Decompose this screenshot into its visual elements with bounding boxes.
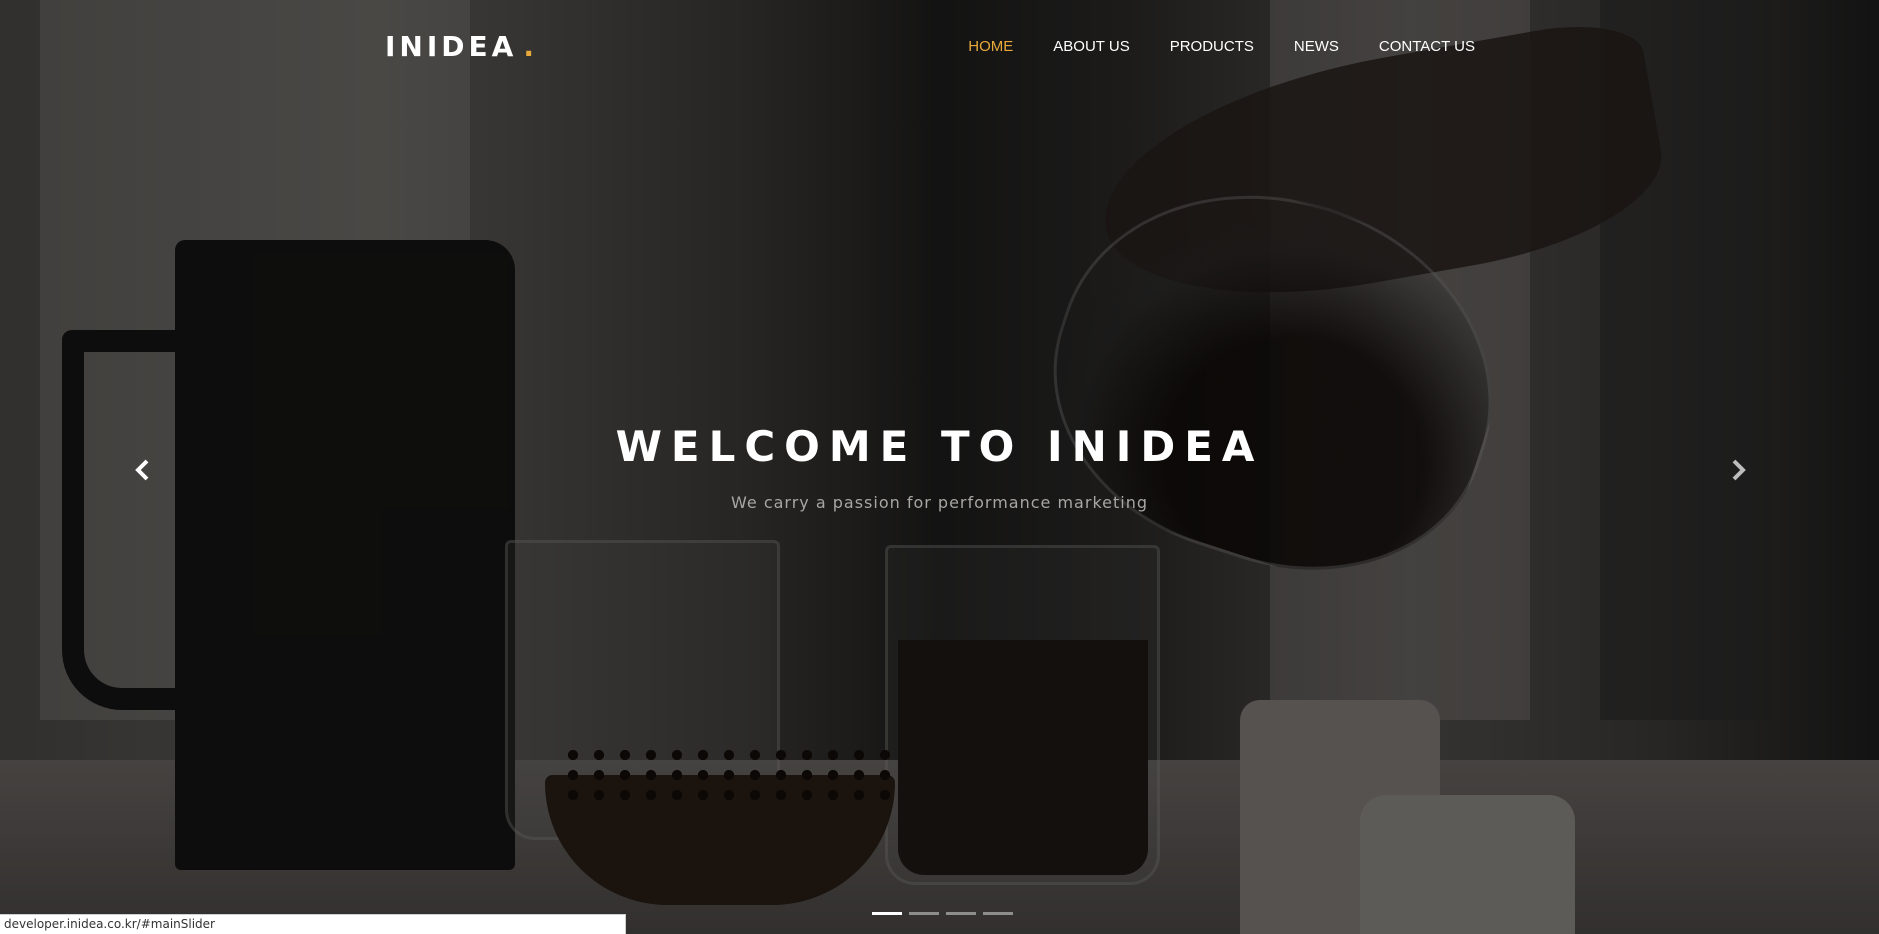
- nav-item-about-us[interactable]: ABOUT US: [1053, 38, 1129, 55]
- nav-item-news[interactable]: NEWS: [1294, 38, 1339, 55]
- slider-prev-button[interactable]: [128, 455, 158, 485]
- slider-indicator[interactable]: [946, 912, 976, 915]
- slider-indicators: [872, 912, 1013, 915]
- logo-text: INIDEA: [385, 30, 518, 63]
- chevron-left-icon: [135, 459, 149, 481]
- nav-item-products[interactable]: PRODUCTS: [1170, 38, 1254, 55]
- slider-headline: WELCOME TO INIDEA: [615, 422, 1264, 471]
- slider-indicator[interactable]: [983, 912, 1013, 915]
- logo-dot: .: [523, 30, 538, 63]
- slider-subheadline: We carry a passion for performance marke…: [731, 493, 1148, 512]
- slider-indicator[interactable]: [872, 912, 902, 915]
- nav-item-contact-us[interactable]: CONTACT US: [1379, 38, 1475, 55]
- nav-item-home[interactable]: HOME: [968, 38, 1013, 55]
- slider-indicator[interactable]: [909, 912, 939, 915]
- site-logo[interactable]: INIDEA.: [385, 30, 538, 63]
- main-nav: HOME ABOUT US PRODUCTS NEWS CONTACT US: [968, 38, 1475, 55]
- slider-next-button[interactable]: [1723, 455, 1753, 485]
- chevron-right-icon: [1732, 459, 1746, 481]
- browser-status-bar: developer.inidea.co.kr/#mainSlider: [0, 914, 626, 934]
